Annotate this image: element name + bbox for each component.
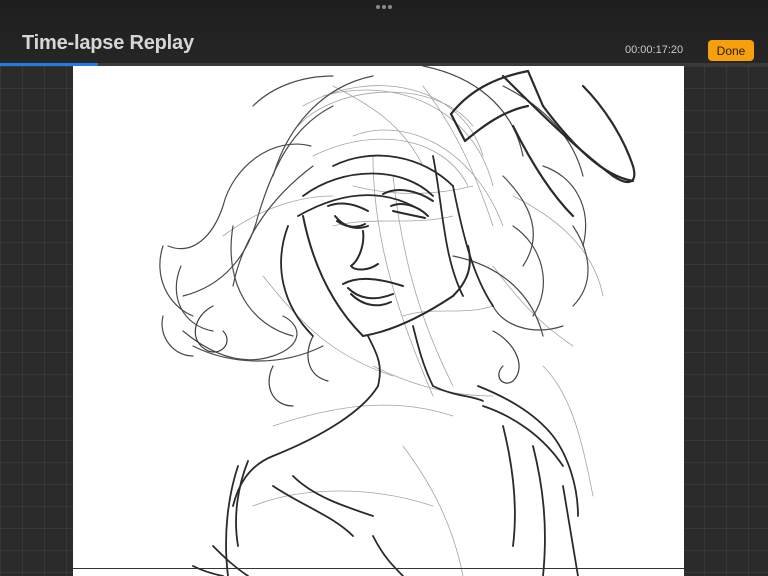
top-bar: Time-lapse Replay 00:00:17:20 Done [0, 0, 768, 64]
page-title: Time-lapse Replay [22, 32, 194, 54]
canvas-bottom-edge [73, 568, 684, 569]
elapsed-time: 00:00:17:20 [625, 44, 684, 56]
done-button[interactable]: Done [708, 40, 754, 61]
drawing-canvas[interactable] [73, 66, 684, 576]
timelapse-replay-screen: Time-lapse Replay 00:00:17:20 Done [0, 0, 768, 576]
ellipsis-icon[interactable] [376, 3, 392, 11]
sketch-artwork [159, 66, 636, 576]
